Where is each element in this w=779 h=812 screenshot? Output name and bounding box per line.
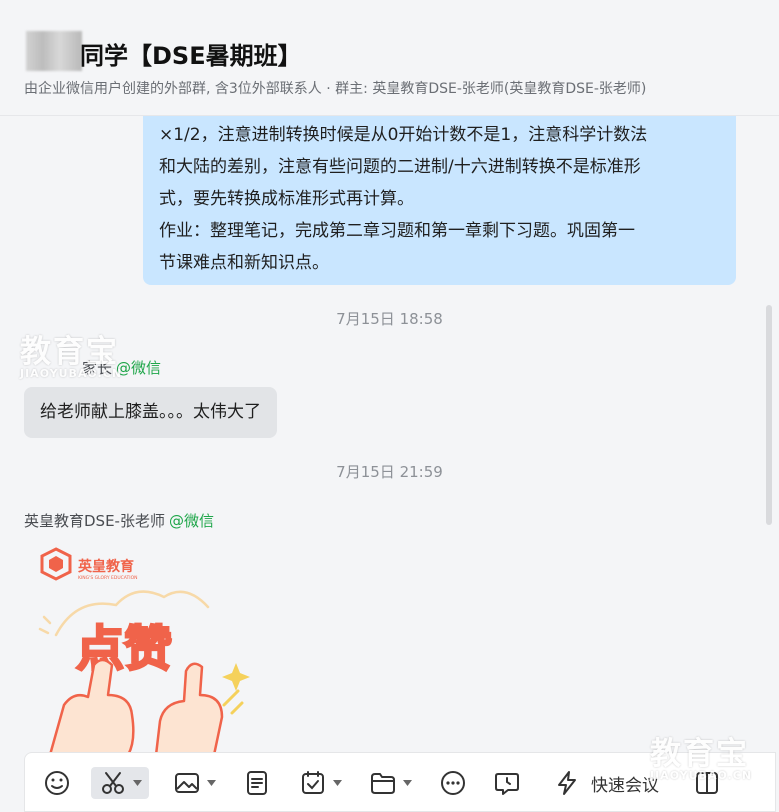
thumbs-up-sticker[interactable]: 英皇教育 KING'S GLORY EDUCATION 点赞 <box>36 545 276 757</box>
chevron-down-icon[interactable] <box>207 780 216 786</box>
message-line: ×1/2，注意进制转换时候是从0开始计数不是1，注意科学计数法 <box>159 125 648 145</box>
chat-subtitle: 由企业微信用户创建的外部群, 含3位外部联系人 · 群主: 英皇教育DSE-张老… <box>24 81 647 97</box>
chevron-down-icon[interactable] <box>133 780 142 786</box>
quick-meeting-button[interactable]: 快速会议 <box>553 767 659 799</box>
message-line: 作业：整理笔记，完成第二章习题和第一章剩下习题。巩固第一 <box>159 221 635 241</box>
message-line: 式，要先转换成标准形式再计算。 <box>159 189 414 209</box>
lightning-icon <box>558 771 576 795</box>
chat-record-button[interactable] <box>493 767 521 799</box>
sender-label: 英皇教育DSE-张老师 <box>24 512 165 530</box>
chat-header: 同学【DSE暑期班】 由企业微信用户创建的外部群, 含3位外部联系人 · 群主:… <box>0 0 779 116</box>
message-line: 和大陆的差别，注意有些问题的二进制/十六进制转换不是标准形 <box>159 157 641 177</box>
schedule-button[interactable] <box>299 767 342 799</box>
chevron-down-icon[interactable] <box>403 780 412 786</box>
emoji-icon <box>45 771 69 795</box>
brand-logo-icon: 英皇教育 KING'S GLORY EDUCATION <box>40 547 138 581</box>
wechat-tag: @微信 <box>116 359 162 377</box>
wechat-tag: @微信 <box>168 512 214 530</box>
chat-record-icon <box>495 773 519 795</box>
incoming-message-bubble[interactable]: 给老师献上膝盖。。。太伟大了 <box>24 387 277 438</box>
scissors-icon <box>102 772 124 794</box>
blurred-name <box>26 31 82 71</box>
watermark-sub: JIAOYUBAO.CN <box>650 769 753 782</box>
timestamp: 7月15日 21:59 <box>336 463 443 481</box>
watermark: 教育宝 JIAOYUBAO.CN <box>650 728 752 782</box>
document-icon <box>247 771 267 795</box>
folder-icon <box>371 773 395 794</box>
brand-name: 英皇教育 <box>77 558 134 575</box>
sticker-text: 点赞 <box>76 621 172 677</box>
chat-scrollbar[interactable] <box>764 115 774 750</box>
chat-title[interactable]: 同学【DSE暑期班】 <box>80 36 302 71</box>
scrollbar-thumb[interactable] <box>766 305 772 525</box>
document-button[interactable] <box>243 767 271 799</box>
chevron-down-icon[interactable] <box>333 780 342 786</box>
sender-name[interactable]: 英皇教育DSE-张老师 @微信 <box>24 510 214 531</box>
brand-name-en: KING'S GLORY EDUCATION <box>78 575 138 581</box>
watermark-sub: JIAOYUBAO.CN <box>20 367 123 380</box>
image-button[interactable] <box>173 767 216 799</box>
message-line: 节课难点和新知识点。 <box>159 253 329 273</box>
more-icon <box>441 771 465 795</box>
more-button[interactable] <box>439 767 467 799</box>
image-icon <box>175 773 199 793</box>
watermark-text: 教育宝 <box>650 736 749 772</box>
schedule-icon <box>302 771 324 794</box>
screenshot-button[interactable] <box>91 767 149 799</box>
folder-button[interactable] <box>369 767 412 799</box>
emoji-button[interactable] <box>43 767 71 799</box>
quick-meeting-label: 快速会议 <box>591 775 659 796</box>
own-message-bubble[interactable]: ×1/2，注意进制转换时候是从0开始计数不是1，注意科学计数法 和大陆的差别，注… <box>143 105 736 285</box>
watermark: 教育宝 JIAOYUBAO.CN <box>20 326 122 380</box>
watermark-text: 教育宝 <box>20 334 119 370</box>
